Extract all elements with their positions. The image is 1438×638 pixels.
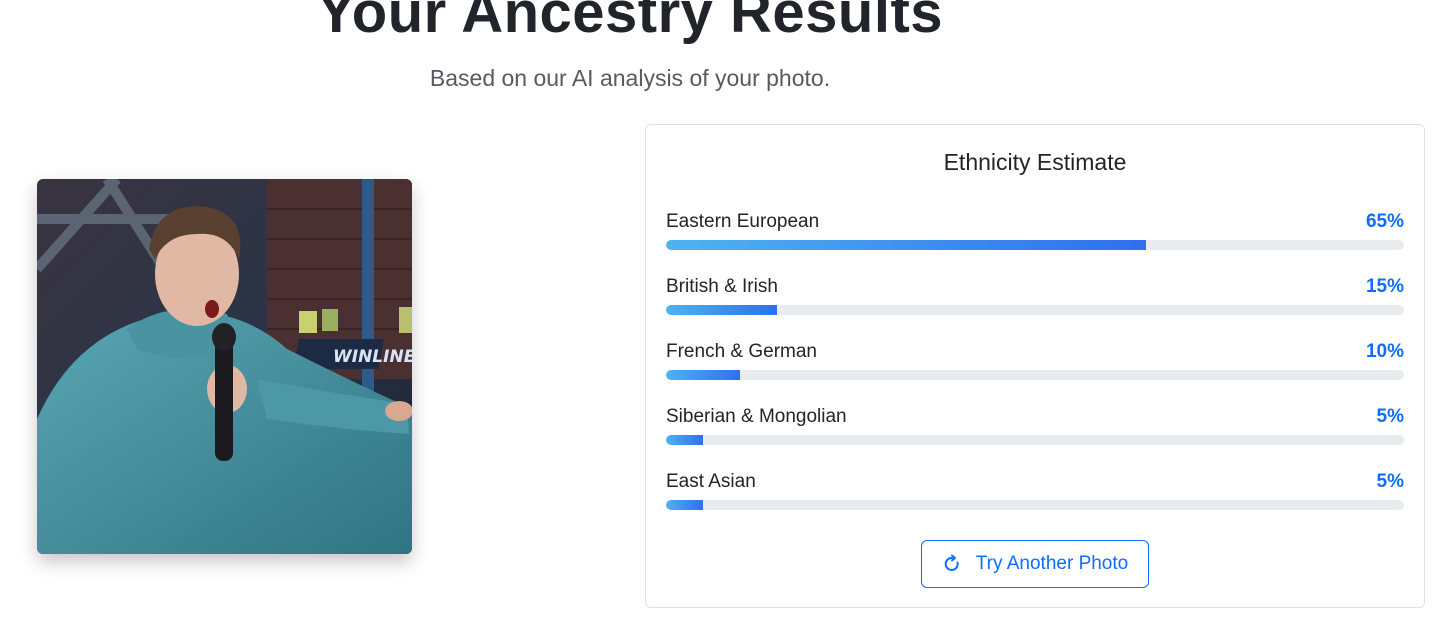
ethnicity-row-british-irish: British & Irish 15% [666, 274, 1404, 339]
photo-illustration: WINLINE [37, 179, 412, 554]
ethnicity-percent: 5% [1376, 471, 1404, 492]
ethnicity-label: British & Irish [666, 276, 778, 297]
progress-track [666, 370, 1404, 380]
page-subtitle: Based on our AI analysis of your photo. [429, 65, 831, 91]
ethnicity-row-french-german: French & German 10% [666, 339, 1404, 404]
ethnicity-percent: 15% [1365, 276, 1404, 297]
card-title: Ethnicity Estimate [943, 149, 1127, 175]
results-page: Your Ancestry Results Based on our AI an… [0, 0, 1438, 638]
progress-track [666, 435, 1404, 445]
progress-fill [666, 435, 703, 445]
ethnicity-percent: 5% [1376, 406, 1404, 427]
try-another-photo-button[interactable]: Try Another Photo [921, 540, 1149, 588]
ethnicity-percent: 65% [1365, 211, 1404, 232]
progress-fill [666, 240, 1146, 250]
photo-sign-text: WINLINE [333, 347, 412, 367]
refresh-icon [942, 554, 962, 574]
progress-fill [666, 500, 703, 510]
ethnicity-label: French & German [666, 341, 817, 362]
progress-track [666, 500, 1404, 510]
ethnicity-estimate-card: Ethnicity Estimate Eastern European 65% … [645, 124, 1425, 608]
ethnicity-label: East Asian [666, 471, 756, 492]
ethnicity-row-eastern-european: Eastern European 65% [666, 209, 1404, 274]
ethnicity-row-east-asian: East Asian 5% [666, 469, 1404, 534]
ethnicity-row-siberian-mongolian: Siberian & Mongolian 5% [666, 404, 1404, 469]
page-title: Your Ancestry Results [316, 0, 944, 45]
ethnicity-percent: 10% [1365, 341, 1404, 362]
try-another-photo-label: Try Another Photo [975, 553, 1129, 574]
ethnicity-label: Siberian & Mongolian [666, 406, 847, 427]
ethnicity-list: Eastern European 65% British & Irish 15%… [666, 209, 1404, 534]
progress-fill [666, 305, 777, 315]
progress-track [666, 240, 1404, 250]
progress-fill [666, 370, 740, 380]
ethnicity-label: Eastern European [666, 211, 820, 232]
uploaded-photo: WINLINE [37, 179, 412, 554]
progress-track [666, 305, 1404, 315]
